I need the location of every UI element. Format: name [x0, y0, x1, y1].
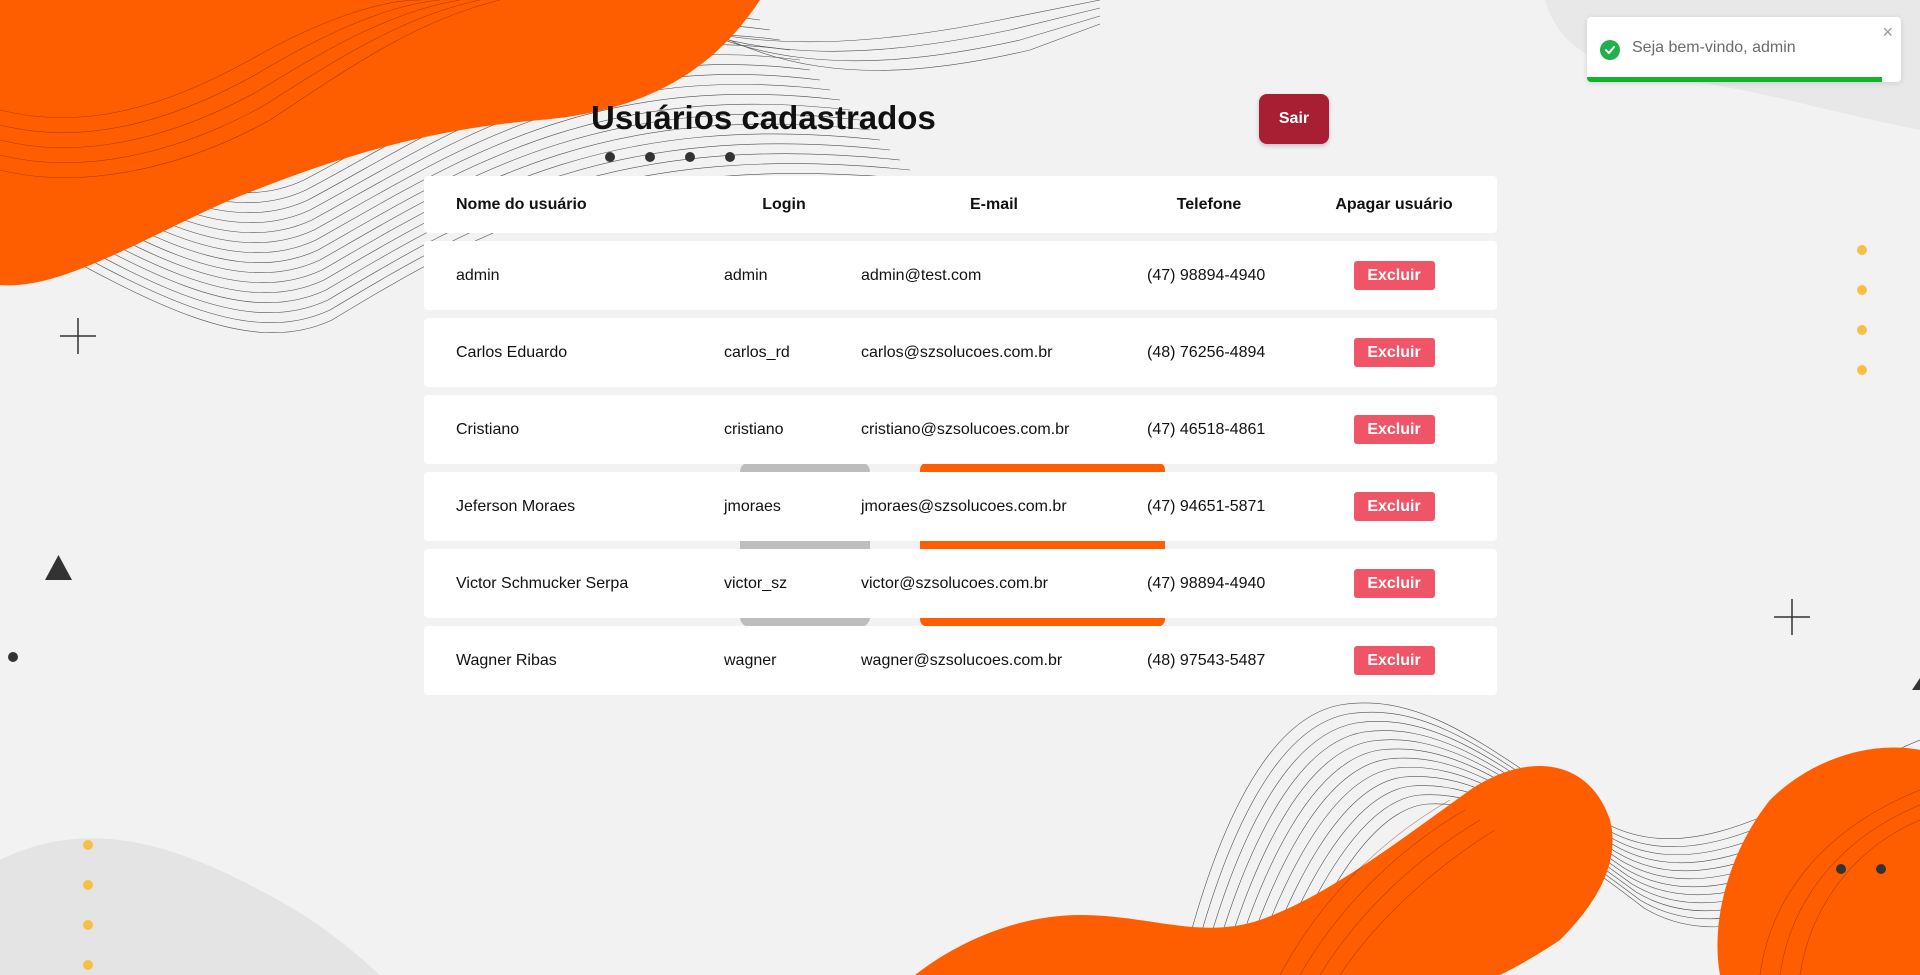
user-name: Victor Schmucker Serpa — [456, 574, 629, 592]
delete-cell: Excluir — [1324, 626, 1464, 695]
user-email: jmoraes@szsolucoes.com.br — [861, 497, 1067, 515]
title-dots-decoration — [605, 152, 735, 162]
user-email: admin@test.com — [861, 266, 982, 284]
user-phone: (48) 97543-5487 — [1147, 651, 1266, 669]
user-login: wagner — [724, 651, 777, 669]
user-phone: (48) 76256-4894 — [1147, 343, 1266, 361]
column-header-delete: Apagar usuário — [1335, 195, 1453, 213]
dot-icon — [725, 152, 735, 162]
welcome-toast: Seja bem-vindo, admin × — [1587, 17, 1901, 82]
table-header-row: Nome do usuário Login E-mail Telefone Ap… — [424, 176, 1497, 233]
delete-cell: Excluir — [1324, 549, 1464, 618]
delete-cell: Excluir — [1324, 472, 1464, 541]
table-row: Cristiano cristiano cristiano@szsolucoes… — [424, 395, 1497, 464]
check-circle-icon — [1600, 40, 1620, 60]
delete-user-button[interactable]: Excluir — [1353, 646, 1435, 675]
user-email: carlos@szsolucoes.com.br — [861, 343, 1053, 361]
dot-icon — [685, 152, 695, 162]
delete-cell: Excluir — [1324, 318, 1464, 387]
users-table: Nome do usuário Login E-mail Telefone Ap… — [424, 176, 1497, 703]
delete-user-button[interactable]: Excluir — [1353, 261, 1435, 290]
dot-icon — [645, 152, 655, 162]
toast-progress-bar — [1587, 77, 1883, 82]
toast-message: Seja bem-vindo, admin — [1632, 39, 1796, 56]
user-phone: (47) 46518-4861 — [1147, 420, 1266, 438]
user-login: cristiano — [724, 420, 784, 438]
user-email: victor@szsolucoes.com.br — [861, 574, 1048, 592]
user-email: wagner@szsolucoes.com.br — [861, 651, 1063, 669]
user-name: Cristiano — [456, 420, 520, 438]
delete-cell: Excluir — [1324, 241, 1464, 310]
close-icon[interactable]: × — [1882, 23, 1893, 41]
user-email: cristiano@szsolucoes.com.br — [861, 420, 1070, 438]
user-name: Carlos Eduardo — [456, 343, 568, 361]
table-row: Victor Schmucker Serpa victor_sz victor@… — [424, 549, 1497, 618]
user-name: admin — [456, 266, 500, 284]
table-row: Wagner Ribas wagner wagner@szsolucoes.co… — [424, 626, 1497, 695]
column-header-phone: Telefone — [1176, 195, 1242, 213]
user-name: Jeferson Moraes — [456, 497, 576, 515]
user-phone: (47) 94651-5871 — [1147, 497, 1266, 515]
column-header-login: Login — [762, 195, 806, 213]
dot-icon — [605, 152, 615, 162]
user-phone: (47) 98894-4940 — [1147, 266, 1266, 284]
logout-button[interactable]: Sair — [1259, 94, 1329, 144]
column-header-email: E-mail — [969, 195, 1018, 213]
page: Usuários cadastrados Sair Nome do usuári… — [0, 0, 1920, 975]
table-row: admin admin admin@test.com (47) 98894-49… — [424, 241, 1497, 310]
table-row: Carlos Eduardo carlos_rd carlos@szsoluco… — [424, 318, 1497, 387]
delete-user-button[interactable]: Excluir — [1353, 492, 1435, 521]
user-name: Wagner Ribas — [456, 651, 557, 669]
delete-user-button[interactable]: Excluir — [1353, 338, 1435, 367]
column-header-name: Nome do usuário — [456, 195, 587, 213]
user-phone: (47) 98894-4940 — [1147, 574, 1266, 592]
delete-cell: Excluir — [1324, 395, 1464, 464]
user-login: victor_sz — [724, 574, 788, 592]
user-login: admin — [724, 266, 768, 284]
delete-user-button[interactable]: Excluir — [1353, 415, 1435, 444]
delete-user-button[interactable]: Excluir — [1353, 569, 1435, 598]
user-login: jmoraes — [724, 497, 781, 515]
page-title: Usuários cadastrados — [591, 99, 936, 136]
table-row: Jeferson Moraes jmoraes jmoraes@szsoluco… — [424, 472, 1497, 541]
user-login: carlos_rd — [724, 343, 790, 361]
